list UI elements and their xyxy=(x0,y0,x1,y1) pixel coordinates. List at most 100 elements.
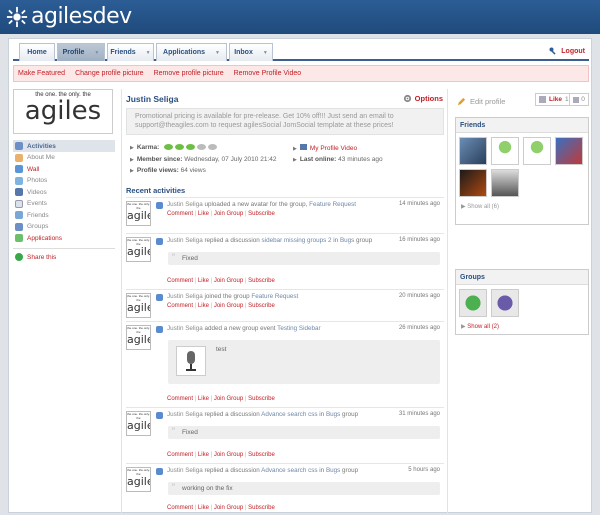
activity-avatar[interactable]: the one. the only. theagiles xyxy=(126,411,151,436)
activity-links: Comment | Like | Join Group | Subscribe xyxy=(167,452,275,458)
activity-links: Comment | Like | Join Group | Subscribe xyxy=(167,303,275,309)
activity-avatar[interactable]: the one. the only. theagiles xyxy=(126,201,151,226)
comment-link[interactable]: Comment xyxy=(167,278,193,284)
divider xyxy=(126,197,444,198)
subscribe-link[interactable]: Subscribe xyxy=(248,452,275,458)
friends-show-all[interactable]: ▶ Show all (6) xyxy=(456,201,588,213)
tab-inbox[interactable]: Inbox ▼ xyxy=(229,43,273,61)
share-this-link[interactable]: Share this xyxy=(13,253,115,261)
site-logo[interactable]: agilesdev xyxy=(6,4,132,29)
remove-profile-video-link[interactable]: Remove Profile Video xyxy=(234,70,302,77)
dislike-button[interactable]: 0 xyxy=(570,96,588,103)
sidebar-item-events[interactable]: Events xyxy=(13,198,115,210)
friends-panel: Friends ▶ Show all (6) xyxy=(455,117,589,225)
like-link[interactable]: Like xyxy=(198,505,209,511)
groups-show-all[interactable]: ▶ Show all (2) xyxy=(456,321,588,333)
activity-actor[interactable]: Justin Seliga xyxy=(167,411,203,418)
comment-link[interactable]: Comment xyxy=(167,505,193,511)
activity-actor[interactable]: Justin Seliga xyxy=(167,293,203,300)
video-icon xyxy=(299,144,307,150)
activity-actor[interactable]: Justin Seliga xyxy=(167,467,203,474)
join-group-link[interactable]: Join Group xyxy=(214,396,243,402)
join-group-link[interactable]: Join Group xyxy=(214,278,243,284)
quote-text: Fixed xyxy=(182,255,198,262)
tab-applications[interactable]: Applications ▼ xyxy=(156,43,227,61)
profile-avatar[interactable]: the one. the only. the agiles xyxy=(13,89,113,134)
friend-avatar[interactable] xyxy=(555,137,583,165)
join-group-link[interactable]: Join Group xyxy=(214,505,243,511)
like-link[interactable]: Like xyxy=(198,396,209,402)
events-icon xyxy=(15,199,23,208)
subscribe-link[interactable]: Subscribe xyxy=(248,505,275,511)
friend-avatar[interactable] xyxy=(491,137,519,165)
friend-avatar[interactable] xyxy=(523,137,551,165)
activity-target-link[interactable]: Advance search css xyxy=(261,467,317,474)
activity-actor[interactable]: Justin Seliga xyxy=(167,237,203,244)
like-link[interactable]: Like xyxy=(198,278,209,284)
like-link[interactable]: Like xyxy=(198,303,209,309)
activity-time: 5 hours ago xyxy=(408,467,440,473)
sidebar-item-photos[interactable]: Photos xyxy=(13,175,115,187)
remove-profile-picture-link[interactable]: Remove profile picture xyxy=(154,70,224,77)
like-link[interactable]: Like xyxy=(198,452,209,458)
activity-group-link[interactable]: Bugs xyxy=(326,467,340,474)
applications-icon xyxy=(15,234,23,243)
sidebar-item-label: About Me xyxy=(27,154,55,162)
activity-target-link[interactable]: Testing Sidebar xyxy=(277,325,320,332)
tab-friends[interactable]: Friends ▼ xyxy=(107,43,154,61)
tab-profile[interactable]: Profile ▼ xyxy=(57,43,105,61)
subscribe-link[interactable]: Subscribe xyxy=(248,396,275,402)
sidebar-item-wall[interactable]: Wall xyxy=(13,164,115,176)
logout-link[interactable]: Logout xyxy=(549,47,585,55)
main-nav: Home Profile ▼ Friends ▼ Applications ▼ Inb… xyxy=(13,41,589,61)
karma-rating xyxy=(164,144,218,151)
tab-friends-label: Friends xyxy=(110,49,136,56)
sidebar-item-friends[interactable]: Friends xyxy=(13,210,115,222)
activity-avatar[interactable]: the one. the only. theagiles xyxy=(126,237,151,262)
activity-group-link[interactable]: Bugs xyxy=(340,237,354,244)
friend-avatar[interactable] xyxy=(459,169,487,197)
sidebar-item-activities[interactable]: Activities xyxy=(13,140,115,152)
activity-actor[interactable]: Justin Seliga xyxy=(167,201,203,208)
like-link[interactable]: Like xyxy=(198,211,209,217)
page-container: Home Profile ▼ Friends ▼ Applications ▼ Inb… xyxy=(8,38,592,514)
activity-target-link[interactable]: Feature Request xyxy=(309,201,356,208)
activity-tail: group xyxy=(356,237,373,244)
activity-avatar[interactable]: the one. the only. theagiles xyxy=(126,325,151,350)
make-featured-link[interactable]: Make Featured xyxy=(18,70,65,77)
sidebar-item-about-me[interactable]: About Me xyxy=(13,152,115,164)
join-group-link[interactable]: Join Group xyxy=(214,211,243,217)
comment-link[interactable]: Comment xyxy=(167,303,193,309)
comment-link[interactable]: Comment xyxy=(167,211,193,217)
tab-home[interactable]: Home xyxy=(19,43,55,61)
edit-profile-link[interactable]: Edit profile xyxy=(457,97,505,106)
sidebar-item-videos[interactable]: Videos xyxy=(13,187,115,199)
like-count: 1 xyxy=(565,96,569,103)
comment-link[interactable]: Comment xyxy=(167,396,193,402)
sidebar-item-label: Activities xyxy=(27,142,56,150)
like-button[interactable]: Like 1 xyxy=(536,94,570,105)
thumbs-up-icon xyxy=(539,96,546,103)
subscribe-link[interactable]: Subscribe xyxy=(248,211,275,217)
activity-avatar[interactable]: the one. the only. theagiles xyxy=(126,467,151,492)
activity-avatar[interactable]: the one. the only. theagiles xyxy=(126,293,151,318)
friend-avatar[interactable] xyxy=(459,137,487,165)
subscribe-link[interactable]: Subscribe xyxy=(248,278,275,284)
friend-avatar[interactable] xyxy=(491,169,519,197)
sidebar-item-groups[interactable]: Groups xyxy=(13,221,115,233)
group-avatar[interactable] xyxy=(459,289,487,317)
subscribe-link[interactable]: Subscribe xyxy=(248,303,275,309)
activity-target-link[interactable]: Advance search css xyxy=(261,411,317,418)
group-avatar[interactable] xyxy=(491,289,519,317)
join-group-link[interactable]: Join Group xyxy=(214,303,243,309)
activity-target-link[interactable]: sidebar missing groups 2 xyxy=(262,237,332,244)
activity-actor[interactable]: Justin Seliga xyxy=(167,325,203,332)
change-profile-picture-link[interactable]: Change profile picture xyxy=(75,70,144,77)
comment-link[interactable]: Comment xyxy=(167,452,193,458)
activity-group-link[interactable]: Bugs xyxy=(326,411,340,418)
activity-target-link[interactable]: Feature Request xyxy=(251,293,298,300)
join-group-link[interactable]: Join Group xyxy=(214,452,243,458)
options-button[interactable]: Options xyxy=(403,94,443,103)
sidebar-item-applications[interactable]: Applications xyxy=(13,233,115,245)
profile-video-link[interactable]: ▶ My Profile Video xyxy=(293,144,357,152)
